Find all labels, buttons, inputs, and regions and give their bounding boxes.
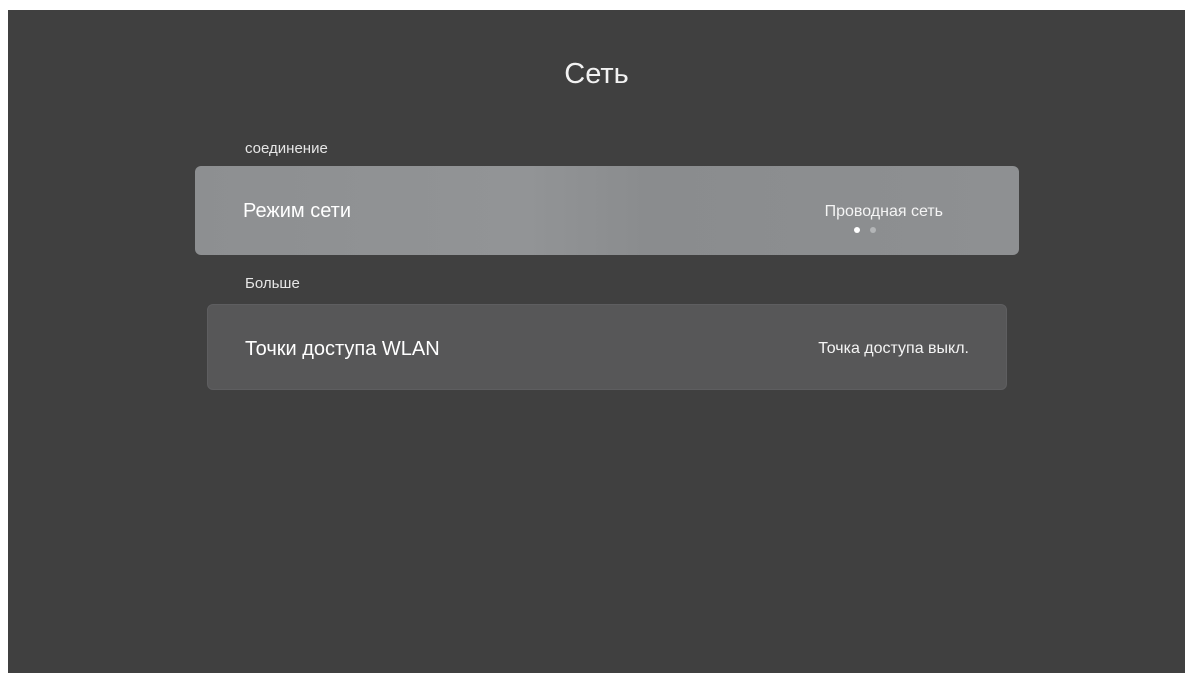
section-label-more: Больше — [245, 275, 300, 292]
network-mode-label: Режим сети — [243, 200, 352, 222]
page-title: Сеть — [564, 58, 629, 90]
section-label-connection: соединение — [245, 140, 328, 157]
wlan-hotspot-row[interactable]: Точки доступа WLAN Точка доступа выкл. — [207, 304, 1007, 390]
wlan-hotspot-label: Точки доступа WLAN — [245, 338, 440, 360]
option-indicator-dots — [854, 227, 876, 233]
wlan-hotspot-value: Точка доступа выкл. — [818, 340, 969, 357]
settings-screen: Сеть соединение Режим сети Проводная сет… — [8, 10, 1185, 673]
network-mode-row[interactable]: Режим сети Проводная сеть — [195, 166, 1019, 255]
option-dot-selected — [854, 227, 860, 233]
network-mode-value: Проводная сеть — [824, 203, 943, 220]
option-dot — [870, 227, 876, 233]
